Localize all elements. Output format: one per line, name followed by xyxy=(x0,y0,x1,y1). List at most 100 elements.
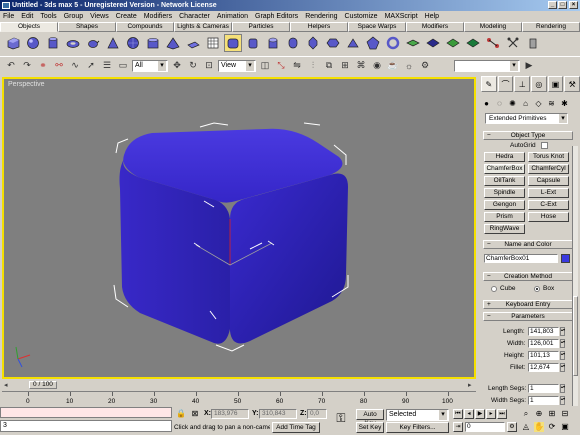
gengon-icon[interactable] xyxy=(324,34,342,52)
mirror-icon[interactable]: ⇋ xyxy=(290,59,304,73)
selection-filter-dropdown[interactable]: All xyxy=(132,59,168,72)
torus-icon[interactable] xyxy=(64,34,82,52)
key-mode-icon[interactable]: ⇥ xyxy=(453,422,463,432)
close-button[interactable]: × xyxy=(569,1,578,9)
hose-icon[interactable] xyxy=(424,34,442,52)
select-by-name-icon[interactable]: ☰ xyxy=(100,59,114,73)
utilities-tab-icon[interactable]: ⚒ xyxy=(564,76,580,92)
width-spinner[interactable]: ▴▾ xyxy=(560,339,565,348)
torus-knot-button[interactable]: Torus Knot xyxy=(528,152,569,162)
scrollbar-thumb[interactable] xyxy=(573,296,578,376)
cube-radio[interactable] xyxy=(491,286,497,292)
cext-icon[interactable] xyxy=(464,34,482,52)
y-coord-field[interactable]: 310,843 xyxy=(259,409,297,419)
cylinder-alt-icon[interactable] xyxy=(524,34,542,52)
render-type-dropdown[interactable] xyxy=(454,59,520,72)
chamfer-cyl-icon[interactable] xyxy=(244,34,262,52)
menu-group[interactable]: Group xyxy=(64,13,83,20)
hedra-icon[interactable] xyxy=(364,34,382,52)
modify-tab-icon[interactable]: ⌒ xyxy=(497,76,514,92)
tab-modeling[interactable]: Modeling xyxy=(464,22,522,32)
spacewarps-icon[interactable]: ≋ xyxy=(546,98,557,109)
spindle-icon[interactable] xyxy=(304,34,322,52)
tab-modifiers[interactable]: Modifiers xyxy=(406,22,464,32)
lext-icon[interactable] xyxy=(444,34,462,52)
menu-views[interactable]: Views xyxy=(90,13,109,20)
zoom-all-icon[interactable]: ⊕ xyxy=(534,409,544,419)
select-link-icon[interactable]: ⚭ xyxy=(36,59,50,73)
length-segs-spinner[interactable]: ▴▾ xyxy=(560,384,565,393)
shapes-icon[interactable]: ◌ xyxy=(494,98,505,109)
object-name-field[interactable]: ChamferBox01 xyxy=(484,254,558,263)
capsule-icon[interactable] xyxy=(284,34,302,52)
x-coord-field[interactable]: 183,976 xyxy=(211,409,249,419)
oiltank-button[interactable]: OilTank xyxy=(484,176,525,186)
width-segs-field[interactable]: 1 xyxy=(528,396,559,405)
creation-method-rollout[interactable]: − Creation Method xyxy=(483,272,573,281)
z-coord-field[interactable]: 0,0 xyxy=(307,409,327,419)
prev-frame-arrow[interactable]: ◂ xyxy=(4,381,8,389)
zoom-extents-icon[interactable]: ⊞ xyxy=(547,409,557,419)
time-config-icon[interactable]: ⚙ xyxy=(507,422,517,432)
menu-animation[interactable]: Animation xyxy=(217,13,248,20)
add-time-tag-button[interactable]: Add Time Tag xyxy=(272,422,320,433)
tab-compounds[interactable]: Compounds xyxy=(116,22,174,32)
auto-key-button[interactable]: Auto Key xyxy=(356,409,384,427)
select-object-icon[interactable]: ➚ xyxy=(84,59,98,73)
track-view-icon[interactable]: ⊞ xyxy=(338,59,352,73)
chamfercyl-button[interactable]: ChamferCyl xyxy=(528,164,569,174)
select-rotate-icon[interactable]: ↻ xyxy=(186,59,200,73)
lights-icon[interactable]: ✺ xyxy=(507,98,518,109)
select-move-icon[interactable]: ✥ xyxy=(170,59,184,73)
helpers-icon[interactable]: ◇ xyxy=(533,98,544,109)
axis-constraint-icon[interactable]: ⤡ xyxy=(274,59,288,73)
chamfer-box-object[interactable] xyxy=(119,128,349,344)
pivot-center-icon[interactable]: ◫ xyxy=(258,59,272,73)
menu-help[interactable]: Help xyxy=(425,13,439,20)
arc-rotate-icon[interactable]: ⟳ xyxy=(547,422,557,432)
tab-lights-cameras[interactable]: Lights & Cameras xyxy=(174,22,232,32)
scissors-icon[interactable] xyxy=(504,34,522,52)
cameras-icon[interactable]: ⌂ xyxy=(520,98,531,109)
primitive-category-dropdown[interactable]: Extended Primitives xyxy=(485,113,568,124)
parameters-rollout[interactable]: − Parameters xyxy=(483,312,573,321)
hose-button[interactable]: Hose xyxy=(528,212,569,222)
cext-button[interactable]: C-Ext xyxy=(528,200,569,210)
quick-render-icon[interactable]: ☼ xyxy=(402,59,416,73)
hedra-button[interactable]: Hedra xyxy=(484,152,525,162)
fillet-field[interactable]: 12,674 xyxy=(528,363,559,372)
play-icon[interactable]: ▶ xyxy=(475,409,485,419)
height-field[interactable]: 101,13 xyxy=(528,351,559,360)
go-to-start-icon[interactable]: ⏮ xyxy=(453,409,463,419)
previous-frame-icon[interactable]: ◂ xyxy=(464,409,474,419)
menu-tools[interactable]: Tools xyxy=(40,13,56,20)
chamferbox-button[interactable]: ChamferBox xyxy=(484,164,525,174)
systems-icon[interactable]: ✱ xyxy=(559,98,570,109)
absolute-mode-icon[interactable]: ⊠ xyxy=(190,409,200,419)
prism-button[interactable]: Prism xyxy=(484,212,525,222)
go-to-end-icon[interactable]: ⏭ xyxy=(497,409,507,419)
ringwave-button[interactable]: RingWave xyxy=(484,224,525,234)
key-filters-button[interactable]: Key Filters... xyxy=(386,422,449,433)
plane-icon[interactable] xyxy=(184,34,202,52)
next-frame-arrow[interactable]: ▸ xyxy=(468,381,472,389)
cone-icon[interactable] xyxy=(104,34,122,52)
height-spinner[interactable]: ▴▾ xyxy=(560,351,565,360)
motion-tab-icon[interactable]: ◎ xyxy=(531,76,547,92)
menu-customize[interactable]: Customize xyxy=(345,13,378,20)
render-last-icon[interactable]: ▶ xyxy=(522,59,536,73)
torus-knot-icon[interactable] xyxy=(384,34,402,52)
maximize-button[interactable]: □ xyxy=(558,1,567,9)
tab-particles[interactable]: Particles xyxy=(232,22,290,32)
reference-coord-dropdown[interactable]: View xyxy=(218,59,256,72)
autogrid-checkbox[interactable] xyxy=(541,142,548,149)
keyboard-entry-rollout[interactable]: + Keyboard Entry xyxy=(483,300,573,309)
ringwave-icon[interactable] xyxy=(404,34,422,52)
geometry-icon[interactable]: ● xyxy=(481,98,492,109)
perspective-viewport[interactable]: Perspective xyxy=(2,77,476,379)
length-segs-field[interactable]: 1 xyxy=(528,384,559,393)
menu-graph-editors[interactable]: Graph Editors xyxy=(255,13,298,20)
menu-file[interactable]: File xyxy=(3,13,14,20)
time-slider[interactable]: ◂ 0 / 100 ▸ xyxy=(2,381,476,390)
pyramid-icon[interactable] xyxy=(164,34,182,52)
